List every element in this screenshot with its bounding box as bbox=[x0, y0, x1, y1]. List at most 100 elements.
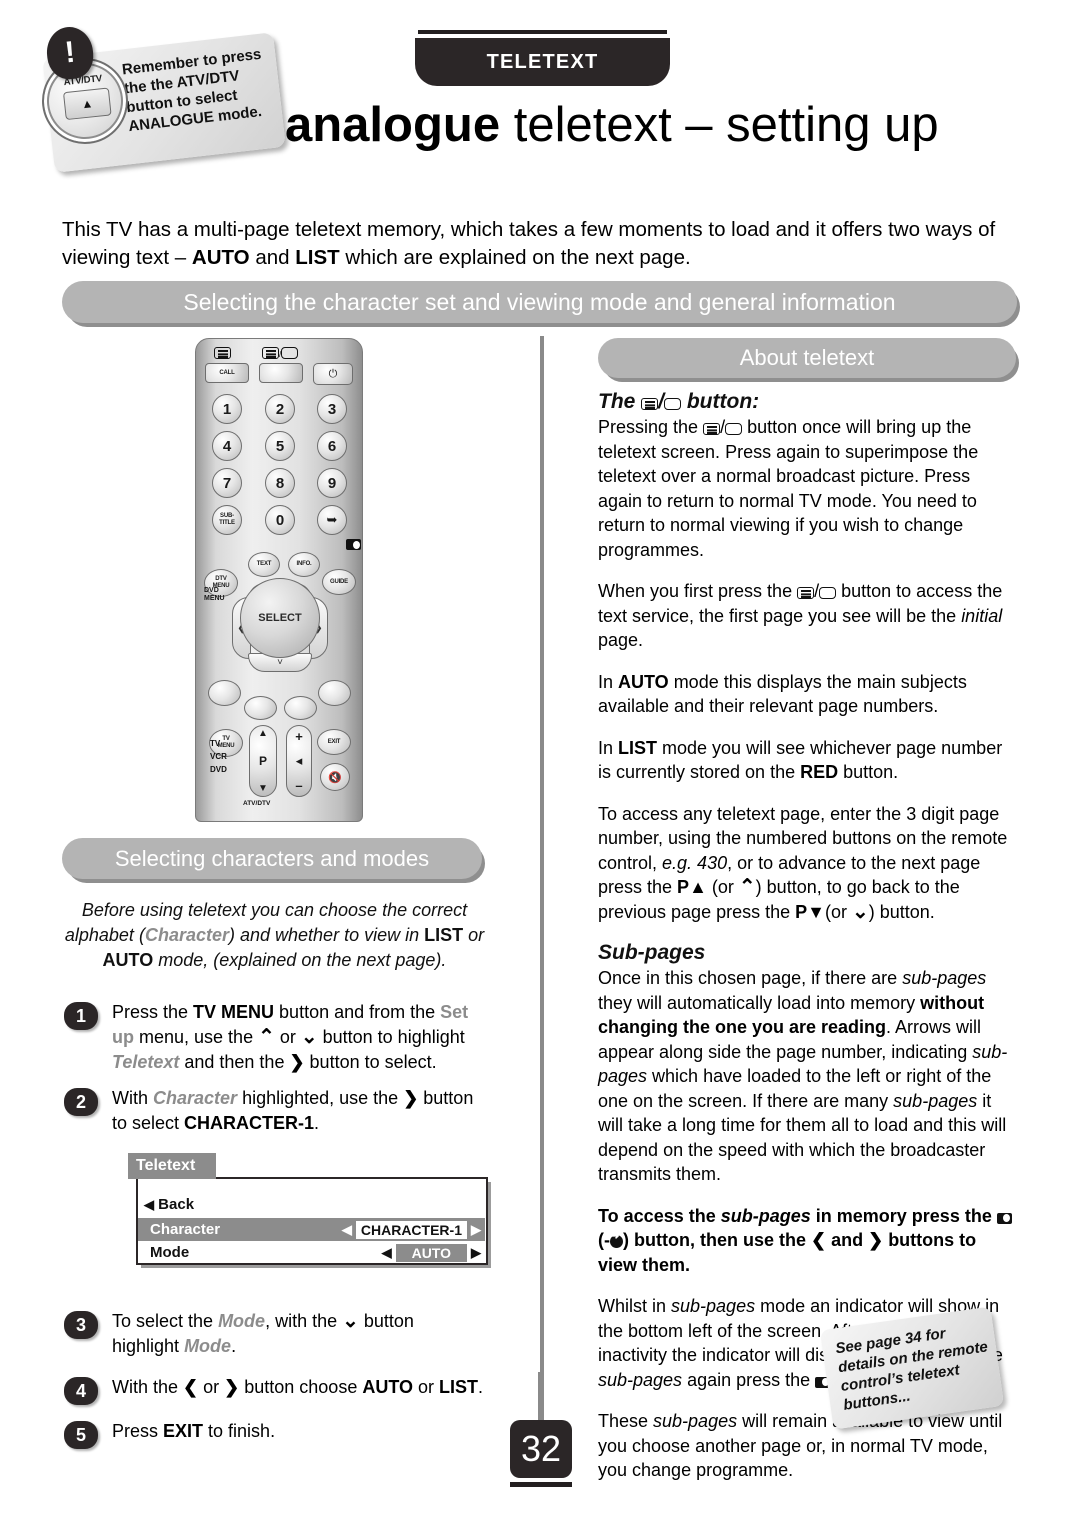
step-4: 4 With the ❮ or ❯ button choose AUTO or … bbox=[64, 1375, 484, 1405]
chevron-up-icon: ⌃ bbox=[738, 876, 756, 898]
arrow-left-icon: ❮ bbox=[810, 1230, 827, 1250]
key-4: 4 bbox=[212, 431, 242, 461]
key-9: 9 bbox=[317, 468, 347, 498]
device-label-vcr: VCR bbox=[210, 752, 227, 761]
chars-intro-list: LIST bbox=[424, 925, 464, 945]
intro-list: LIST bbox=[295, 246, 340, 269]
step-1-number: 1 bbox=[64, 1002, 98, 1030]
chars-intro-auto: AUTO bbox=[102, 950, 154, 970]
step-1-body: Press the TV MENU button and from the Se… bbox=[112, 1002, 469, 1072]
arrow-down-icon: ⌄ bbox=[342, 1310, 359, 1332]
back-caret-icon: ◀ bbox=[144, 1196, 154, 1212]
key-3: 3 bbox=[317, 394, 347, 424]
page-number-stem bbox=[538, 1372, 542, 1420]
colour-button-red bbox=[208, 680, 241, 706]
atv-dtv-key-glyph: ▲ bbox=[62, 87, 112, 121]
characters-intro: Before using teletext you can choose the… bbox=[62, 898, 487, 973]
step-4-number: 4 bbox=[64, 1377, 98, 1405]
page-number-badge: 32 bbox=[510, 1372, 572, 1487]
chars-intro-l2c: or bbox=[463, 925, 485, 945]
step-5-exit: EXIT bbox=[163, 1421, 204, 1441]
step-2-body: With Character highlighted, use the ❯ bu… bbox=[112, 1088, 474, 1133]
osd-row-mode[interactable]: Mode ◀ AUTO ▶ bbox=[138, 1241, 485, 1264]
arrow-left-icon: ❮ bbox=[183, 1377, 199, 1397]
teletext-menu-mockup: ◀ Back Character ◀ CHARACTER-1 ▶ Mode ◀ … bbox=[128, 1153, 488, 1269]
osd-back-label: Back bbox=[158, 1196, 195, 1213]
step-1-tv-menu: TV MENU bbox=[193, 1002, 275, 1022]
osd-mode-label: Mode bbox=[150, 1244, 190, 1261]
subpage-icon-remote bbox=[346, 539, 361, 550]
teletext-button bbox=[259, 363, 303, 383]
osd-character-value: CHARACTER-1 bbox=[355, 1220, 467, 1239]
info-button: INFO. bbox=[288, 552, 320, 577]
subpages-paragraph-1: Once in this chosen page, if there are s… bbox=[598, 968, 1008, 1184]
page-number-value: 32 bbox=[510, 1420, 572, 1478]
blank-screen-icon bbox=[664, 398, 682, 410]
sticker-see-page-text: See page 34 for details on the remote co… bbox=[834, 1325, 989, 1414]
section-header-about: About teletext bbox=[598, 338, 1016, 378]
key-8: 8 bbox=[265, 468, 295, 498]
key-5: 5 bbox=[265, 431, 295, 461]
device-label-tv: TV bbox=[210, 739, 221, 748]
subpages-heading: Sub-pages bbox=[598, 941, 706, 964]
chars-intro-l2d: mode, bbox=[153, 950, 209, 970]
dvd-menu-label: DVD MENU bbox=[204, 587, 225, 602]
subpages-paragraph-2: To access the sub-pages in memory press … bbox=[598, 1204, 1018, 1278]
page-title: analogue teletext – setting up bbox=[285, 95, 939, 155]
key-0: 0 bbox=[265, 505, 295, 535]
column-divider bbox=[540, 336, 544, 1458]
select-button: SELECT bbox=[240, 578, 320, 658]
mode-right-caret-icon[interactable]: ▶ bbox=[471, 1245, 481, 1261]
page-header: TELETEXT analogue teletext – setting up … bbox=[0, 0, 1080, 185]
subtitle-button: SUB- TITLE bbox=[212, 505, 242, 535]
step-2-character: Character bbox=[153, 1088, 238, 1108]
step-2-character-1: CHARACTER-1 bbox=[184, 1113, 315, 1133]
arrow-right-icon: ❯ bbox=[224, 1377, 240, 1397]
device-label-dvd: DVD bbox=[210, 765, 227, 774]
step-4-auto: AUTO bbox=[362, 1377, 413, 1397]
step-1-teletext: Teletext bbox=[112, 1052, 180, 1072]
step-4-body: With the ❮ or ❯ button choose AUTO or LI… bbox=[112, 1377, 484, 1397]
teletext-icon bbox=[641, 398, 659, 410]
step-5: 5 Press EXIT to finish. bbox=[64, 1419, 484, 1449]
osd-row-character[interactable]: Character ◀ CHARACTER-1 ▶ bbox=[138, 1218, 485, 1241]
page-title-bold: analogue bbox=[285, 98, 501, 152]
osd-row-back[interactable]: ◀ Back bbox=[138, 1193, 485, 1216]
teletext-icon bbox=[797, 587, 815, 599]
blank-screen-icon bbox=[725, 423, 743, 435]
page-title-rest: teletext – setting up bbox=[500, 98, 939, 152]
section-header-main: Selecting the character set and viewing … bbox=[62, 281, 1017, 323]
tab-label: TELETEXT bbox=[415, 38, 670, 86]
arrow-right-icon: ❯ bbox=[868, 1230, 884, 1250]
step-1: 1 Press the TV MENU button and from the … bbox=[64, 1000, 484, 1075]
osd-character-label: Character bbox=[150, 1221, 221, 1238]
step-5-body: Press EXIT to finish. bbox=[112, 1421, 276, 1441]
step-4-list: LIST bbox=[439, 1377, 479, 1397]
blank-screen-icon bbox=[819, 587, 837, 599]
step-3-body: To select the Mode, with the ⌄ button hi… bbox=[112, 1310, 414, 1356]
call-button: CALL bbox=[205, 363, 249, 383]
osd-title: Teletext bbox=[128, 1153, 216, 1179]
about-paragraph-2: When you first press the / button to acc… bbox=[598, 581, 1003, 650]
chars-intro-l2b: ) and whether to view in bbox=[229, 925, 425, 945]
key-1: 1 bbox=[212, 394, 242, 424]
source-button: ➥ bbox=[317, 505, 347, 535]
exit-button: EXIT bbox=[317, 729, 351, 755]
arrow-up-icon: ▲ bbox=[689, 877, 707, 897]
character-right-caret-icon[interactable]: ▶ bbox=[471, 1222, 481, 1238]
arrow-right-icon: ❯ bbox=[289, 1052, 305, 1072]
teletext-section-tab: TELETEXT bbox=[415, 30, 670, 86]
volume-rocker: + ◂ – bbox=[286, 725, 312, 797]
text-button: TEXT bbox=[248, 552, 280, 577]
step-3-mode-2: Mode bbox=[184, 1336, 232, 1356]
step-3-mode: Mode bbox=[218, 1311, 266, 1331]
step-3-number: 3 bbox=[64, 1311, 98, 1339]
subpage-icon bbox=[996, 1212, 1012, 1224]
osd-frame: ◀ Back Character ◀ CHARACTER-1 ▶ Mode ◀ … bbox=[136, 1177, 488, 1265]
mode-left-caret-icon[interactable]: ◀ bbox=[382, 1245, 392, 1261]
device-selector-labels: TV VCR DVD bbox=[210, 737, 227, 776]
arrow-down-icon: ⌄ bbox=[300, 1026, 318, 1048]
intro-and: and bbox=[249, 246, 296, 269]
character-left-caret-icon[interactable]: ◀ bbox=[342, 1222, 352, 1238]
chevron-down-icon: ⌄ bbox=[851, 900, 869, 923]
